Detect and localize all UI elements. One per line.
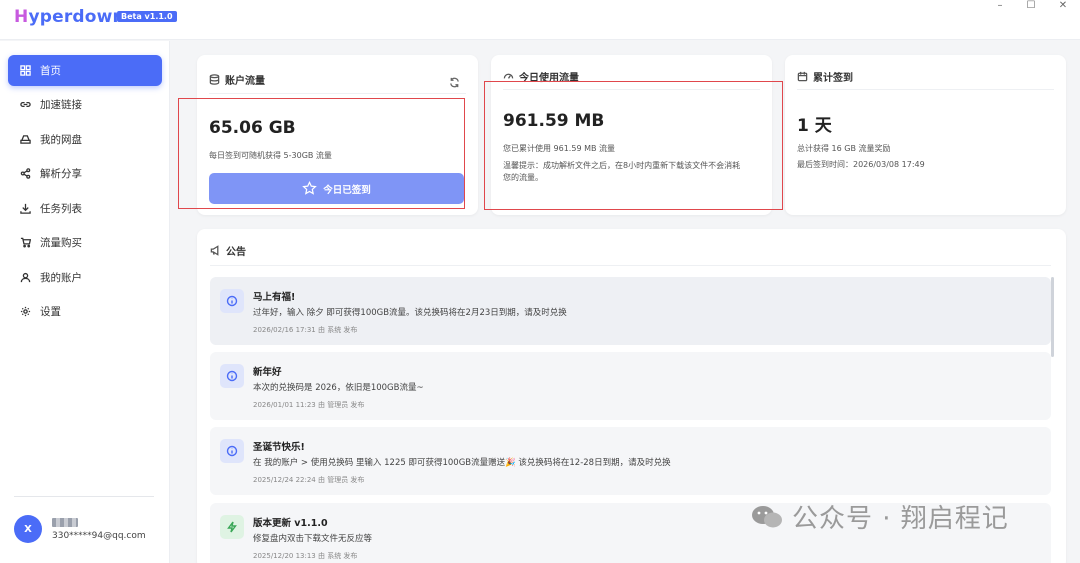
watermark: 公众号 · 翔启程记 bbox=[750, 498, 1009, 535]
avatar[interactable]: X bbox=[14, 515, 42, 543]
announcement-title: 公告 bbox=[210, 243, 246, 258]
sidebar-item-settings[interactable]: 设置 bbox=[8, 296, 162, 327]
announcement-item[interactable]: 圣诞节快乐! 在 我的账户 > 使用兑换码 里输入 1225 即可获得100GB… bbox=[210, 427, 1051, 495]
sidebar-item-home[interactable]: 首页 bbox=[8, 55, 162, 86]
info-icon bbox=[220, 439, 244, 463]
announcement-item-title: 圣诞节快乐! bbox=[253, 439, 305, 453]
sidebar-item-label: 任务列表 bbox=[40, 201, 82, 216]
refresh-button[interactable] bbox=[449, 73, 460, 84]
announcement-item[interactable]: 马上有福! 过年好，输入 除夕 即可获得100GB流量。该兑换码将在2月23日到… bbox=[210, 277, 1051, 345]
card-divider bbox=[797, 89, 1054, 90]
checkin-last: 最后签到时间：2026/03/08 17:49 bbox=[797, 159, 925, 171]
close-button[interactable]: ✕ bbox=[1053, 0, 1073, 14]
announcement-item[interactable]: 新年好 本次的兑换码是 2026，依旧是100GB流量~ 2026/01/01 … bbox=[210, 352, 1051, 420]
calendar-icon bbox=[797, 71, 808, 82]
card-divider bbox=[210, 265, 1051, 266]
announcement-item-body: 过年好，输入 除夕 即可获得100GB流量。该兑换码将在2月23日到期，请及时兑… bbox=[253, 306, 567, 318]
info-icon bbox=[220, 289, 244, 313]
checkin-days-value: 1 天 bbox=[797, 111, 832, 136]
sidebar-divider bbox=[14, 496, 154, 497]
sidebar-item-label: 我的账户 bbox=[40, 270, 82, 285]
announcement-item-body: 修复盘内双击下载文件无反应等 bbox=[253, 532, 372, 544]
refresh-icon bbox=[449, 77, 460, 88]
cart-icon bbox=[19, 236, 32, 249]
sidebar-item-task-list[interactable]: 任务列表 bbox=[8, 193, 162, 224]
lightning-icon bbox=[220, 515, 244, 539]
sidebar-item-parse-share[interactable]: 解析分享 bbox=[8, 158, 162, 189]
sidebar-item-label: 解析分享 bbox=[40, 166, 82, 181]
sidebar-item-my-drive[interactable]: 我的网盘 bbox=[8, 124, 162, 155]
announcement-item-meta: 2025/12/24 22:24 由 管理员 发布 bbox=[253, 475, 364, 485]
highlight-box bbox=[178, 98, 465, 209]
sidebar-item-buy-traffic[interactable]: 流量购买 bbox=[8, 227, 162, 258]
home-grid-icon bbox=[19, 64, 32, 77]
sidebar-item-label: 我的网盘 bbox=[40, 132, 82, 147]
drive-icon bbox=[19, 133, 32, 146]
app-logo: Hyperdown bbox=[14, 7, 125, 27]
sidebar-item-label: 首页 bbox=[40, 63, 61, 78]
megaphone-icon bbox=[210, 245, 221, 256]
version-badge: Beta v1.1.0 bbox=[117, 11, 177, 22]
card-divider bbox=[209, 93, 466, 94]
sidebar-item-my-account[interactable]: 我的账户 bbox=[8, 262, 162, 293]
sidebar-item-accelerate-link[interactable]: 加速链接 bbox=[8, 89, 162, 120]
database-icon bbox=[209, 74, 220, 85]
share-icon bbox=[19, 167, 32, 180]
announcement-item-meta: 2026/02/16 17:31 由 系统 发布 bbox=[253, 325, 357, 335]
highlight-box bbox=[484, 81, 783, 210]
info-icon bbox=[220, 364, 244, 388]
announcement-item-meta: 2026/01/01 11:23 由 管理员 发布 bbox=[253, 400, 364, 410]
announcement-item-title: 新年好 bbox=[253, 364, 282, 378]
username-redacted bbox=[52, 518, 78, 527]
checkin-card: 累计签到 1 天 总计获得 16 GB 流量奖励 最后签到时间：2026/03/… bbox=[785, 55, 1066, 215]
announcement-item-title: 马上有福! bbox=[253, 289, 295, 303]
link-icon bbox=[19, 98, 32, 111]
minimize-button[interactable]: – bbox=[990, 0, 1010, 14]
maximize-button[interactable]: ☐ bbox=[1021, 0, 1041, 14]
announcement-item-body: 在 我的账户 > 使用兑换码 里输入 1225 即可获得100GB流量赠送🎉 该… bbox=[253, 456, 671, 468]
sidebar: 首页 加速链接 我的网盘 解析分享 任务列表 流量购买 我的账户 设置 X 33… bbox=[0, 41, 170, 563]
sidebar-item-label: 流量购买 bbox=[40, 235, 82, 250]
user-email: 330*****94@qq.com bbox=[52, 531, 146, 541]
sidebar-item-label: 设置 bbox=[40, 304, 61, 319]
announcement-item-body: 本次的兑换码是 2026，依旧是100GB流量~ bbox=[253, 381, 424, 393]
gear-icon bbox=[19, 305, 32, 318]
wechat-icon bbox=[750, 504, 784, 530]
checkin-total: 总计获得 16 GB 流量奖励 bbox=[797, 143, 891, 155]
traffic-card-title: 账户流量 bbox=[209, 72, 265, 87]
announcement-scrollbar[interactable] bbox=[1051, 277, 1054, 357]
sidebar-item-label: 加速链接 bbox=[40, 97, 82, 112]
announcement-item-meta: 2025/12/20 13:13 由 系统 发布 bbox=[253, 551, 357, 561]
download-icon bbox=[19, 202, 32, 215]
checkin-card-title: 累计签到 bbox=[797, 69, 853, 84]
title-bar: Hyperdown Beta v1.1.0 – ☐ ✕ bbox=[0, 0, 1080, 40]
user-icon bbox=[19, 271, 32, 284]
announcement-item-title: 版本更新 v1.1.0 bbox=[253, 515, 328, 529]
